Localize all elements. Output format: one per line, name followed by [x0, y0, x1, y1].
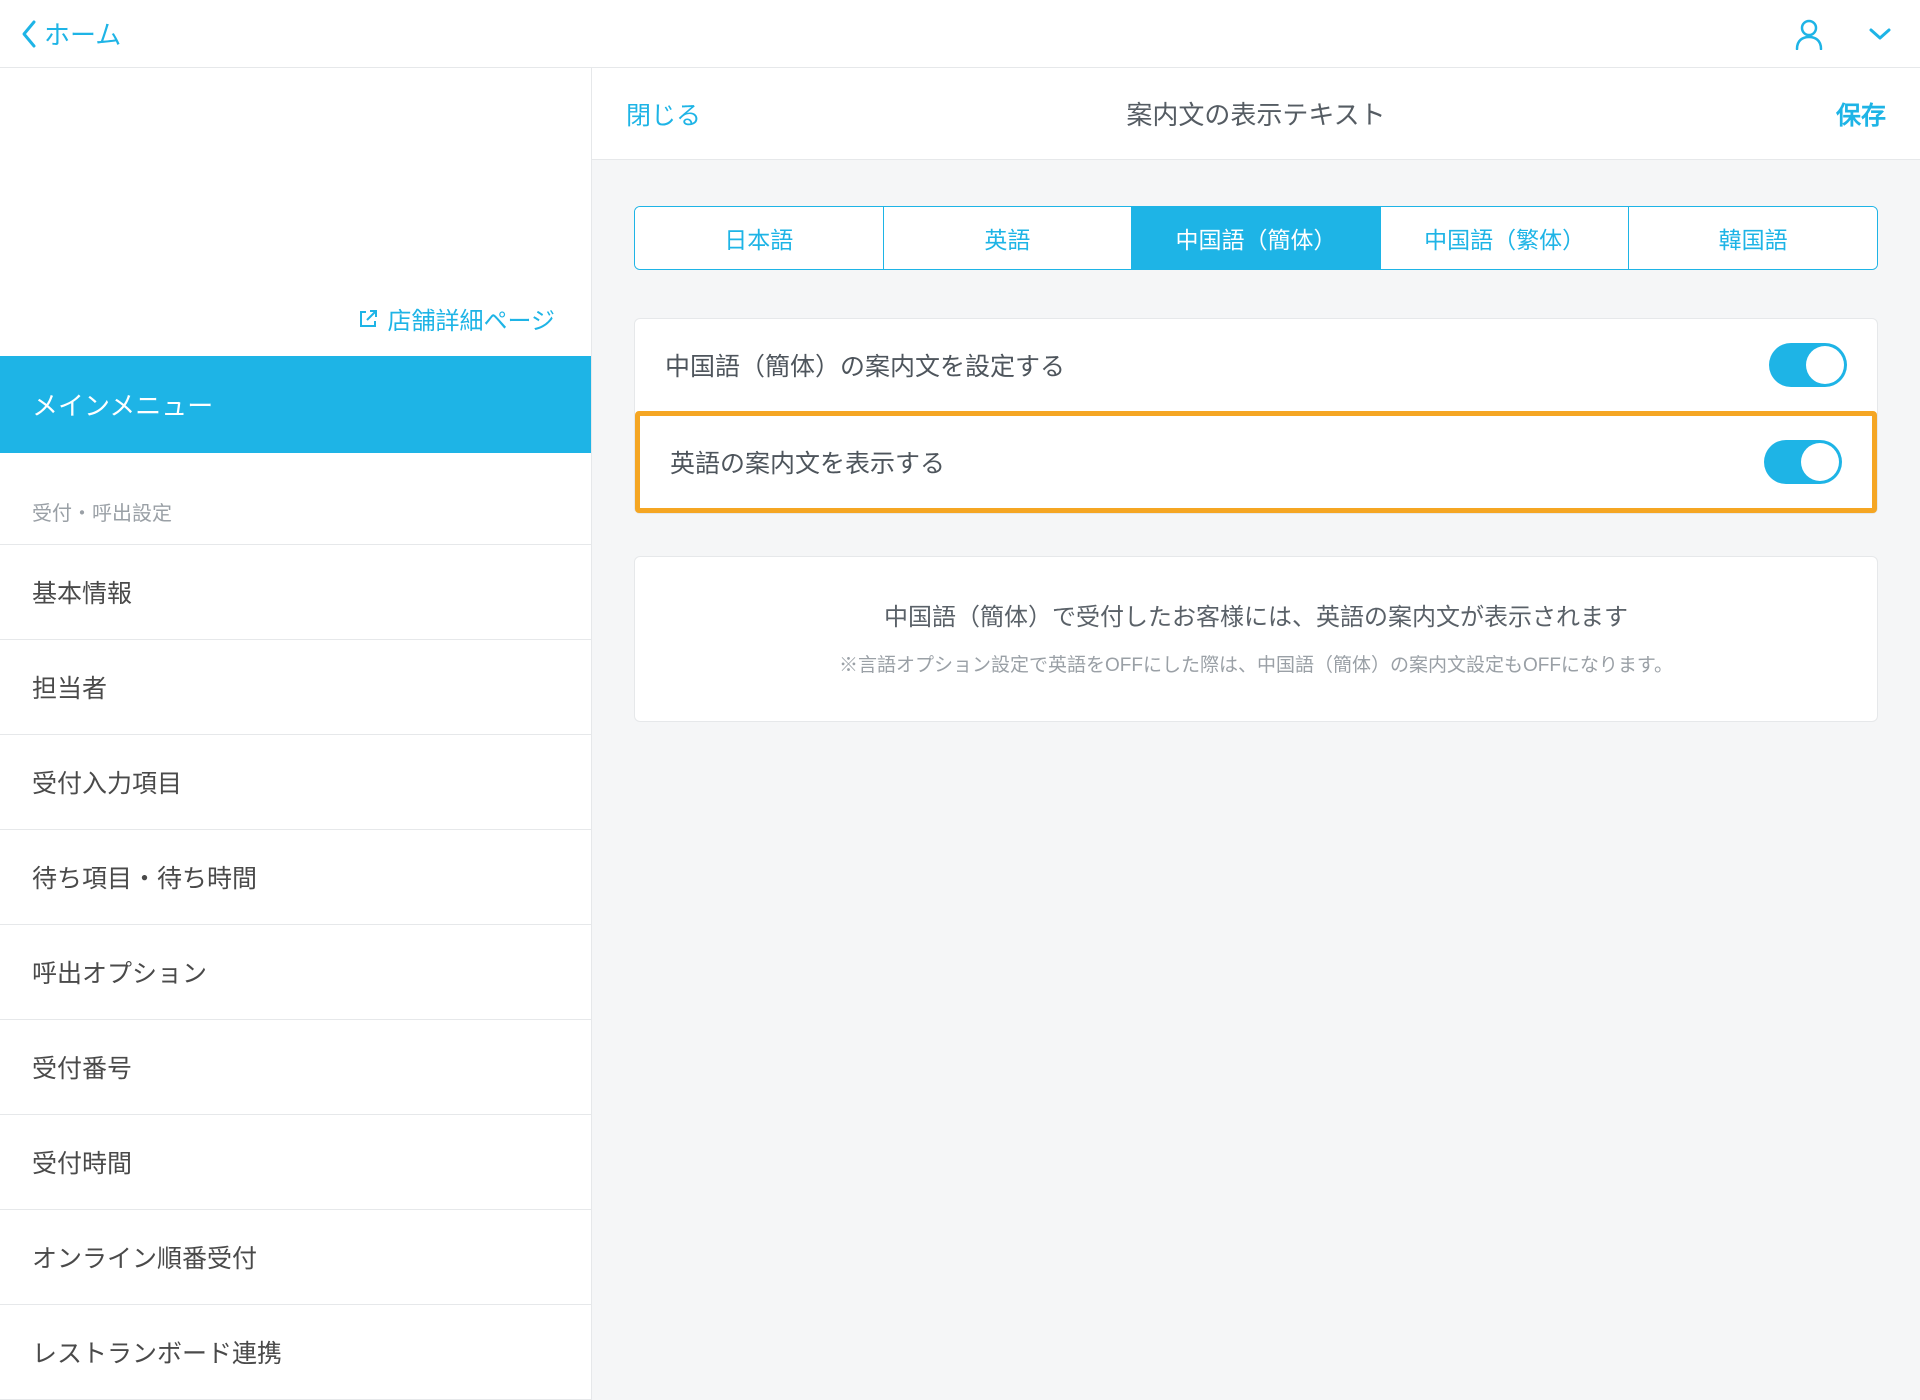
- save-button[interactable]: 保存: [1836, 96, 1886, 132]
- toggle-english-display[interactable]: [1764, 440, 1842, 484]
- main-panel: 閉じる 案内文の表示テキスト 保存 日本語 英語 中国語（簡体） 中国語（繁体）…: [592, 68, 1920, 1400]
- store-link-row: 店舗詳細ページ: [0, 68, 591, 356]
- setting-row-chinese-guidance: 中国語（簡体）の案内文を設定する: [635, 319, 1877, 411]
- user-icon[interactable]: [1794, 18, 1824, 50]
- toggle-chinese-guidance[interactable]: [1769, 343, 1847, 387]
- info-note-text: ※言語オプション設定で英語をOFFにした際は、中国語（簡体）の案内文設定もOFF…: [665, 650, 1847, 677]
- top-bar: ホーム: [0, 0, 1920, 68]
- toggle-knob: [1806, 346, 1844, 384]
- sidebar-item-reception-time[interactable]: 受付時間: [0, 1115, 591, 1210]
- sidebar-item-online-queue[interactable]: オンライン順番受付: [0, 1210, 591, 1305]
- layout: 店舗詳細ページ メインメニュー 受付・呼出設定 基本情報 担当者 受付入力項目 …: [0, 68, 1920, 1400]
- tab-korean[interactable]: 韓国語: [1629, 207, 1877, 269]
- external-link-icon: [357, 308, 379, 330]
- sidebar-item-call-options[interactable]: 呼出オプション: [0, 925, 591, 1020]
- tab-english[interactable]: 英語: [884, 207, 1133, 269]
- sidebar: 店舗詳細ページ メインメニュー 受付・呼出設定 基本情報 担当者 受付入力項目 …: [0, 68, 592, 1400]
- sidebar-section-header: 受付・呼出設定: [0, 453, 591, 545]
- setting-label: 英語の案内文を表示する: [670, 444, 945, 480]
- back-label: ホーム: [44, 15, 121, 52]
- language-tabs: 日本語 英語 中国語（簡体） 中国語（繁体） 韓国語: [634, 206, 1878, 270]
- sidebar-item-staff[interactable]: 担当者: [0, 640, 591, 735]
- sidebar-item-basic-info[interactable]: 基本情報: [0, 545, 591, 640]
- chevron-down-icon[interactable]: [1868, 27, 1892, 41]
- tab-chinese-traditional[interactable]: 中国語（繁体）: [1381, 207, 1630, 269]
- setting-row-english-display: 英語の案内文を表示する: [635, 411, 1877, 513]
- sidebar-item-restaurant-board[interactable]: レストランボード連携: [0, 1305, 591, 1400]
- close-button[interactable]: 閉じる: [626, 96, 701, 132]
- store-link-label: 店舗詳細ページ: [387, 301, 555, 336]
- tab-chinese-simplified[interactable]: 中国語（簡体）: [1132, 207, 1381, 269]
- top-right: [1794, 18, 1892, 50]
- tab-japanese[interactable]: 日本語: [635, 207, 884, 269]
- info-card: 中国語（簡体）で受付したお客様には、英語の案内文が表示されます ※言語オプション…: [634, 556, 1878, 722]
- panel-body: 日本語 英語 中国語（簡体） 中国語（繁体） 韓国語 中国語（簡体）の案内文を設…: [592, 160, 1920, 768]
- sidebar-item-reception-number[interactable]: 受付番号: [0, 1020, 591, 1115]
- sidebar-item-wait-items[interactable]: 待ち項目・待ち時間: [0, 830, 591, 925]
- toggle-knob: [1801, 443, 1839, 481]
- sidebar-main-menu[interactable]: メインメニュー: [0, 356, 591, 453]
- setting-label: 中国語（簡体）の案内文を設定する: [665, 347, 1065, 383]
- main-menu-label: メインメニュー: [32, 391, 213, 421]
- panel-title: 案内文の表示テキスト: [1126, 95, 1385, 132]
- back-button[interactable]: ホーム: [20, 15, 121, 52]
- info-main-text: 中国語（簡体）で受付したお客様には、英語の案内文が表示されます: [665, 597, 1847, 632]
- store-detail-link[interactable]: 店舗詳細ページ: [357, 301, 555, 336]
- panel-header: 閉じる 案内文の表示テキスト 保存: [592, 68, 1920, 160]
- settings-card: 中国語（簡体）の案内文を設定する 英語の案内文を表示する: [634, 318, 1878, 514]
- sidebar-item-reception-fields[interactable]: 受付入力項目: [0, 735, 591, 830]
- chevron-left-icon: [20, 19, 38, 49]
